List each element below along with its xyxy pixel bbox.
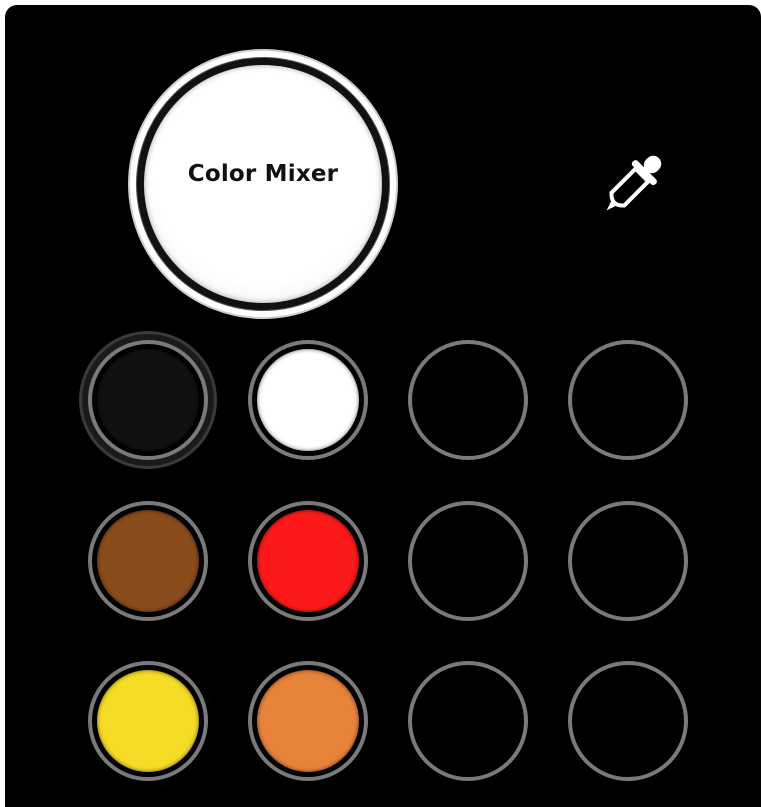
swatch-fill — [417, 670, 519, 772]
swatch-fill — [417, 510, 519, 612]
swatch-fill — [577, 670, 679, 772]
color-mixer-preview[interactable]: Color Mixer — [128, 49, 398, 319]
palette-swatch-empty[interactable] — [408, 340, 528, 460]
swatch-fill — [417, 349, 519, 451]
palette-swatch-red[interactable] — [248, 501, 368, 621]
swatch-fill — [97, 670, 199, 772]
swatch-fill — [257, 670, 359, 772]
swatch-fill — [257, 349, 359, 451]
swatch-fill — [97, 510, 199, 612]
palette-swatch-empty[interactable] — [568, 340, 688, 460]
palette-swatch-black[interactable] — [88, 340, 208, 460]
mixer-label: Color Mixer — [187, 161, 339, 187]
swatch-fill — [257, 510, 359, 612]
palette-swatch-yellow[interactable] — [88, 661, 208, 781]
palette-swatch-empty[interactable] — [568, 501, 688, 621]
swatch-fill — [97, 349, 199, 451]
palette-swatch-orange[interactable] — [248, 661, 368, 781]
palette-swatch-brown[interactable] — [88, 501, 208, 621]
color-mixer-panel: Color Mixer — [5, 5, 761, 807]
palette-swatch-empty[interactable] — [408, 661, 528, 781]
mixer-color-display: Color Mixer — [144, 65, 382, 303]
palette-swatch-white[interactable] — [248, 340, 368, 460]
swatch-fill — [577, 349, 679, 451]
mixer-ring: Color Mixer — [136, 57, 390, 311]
palette-swatch-empty[interactable] — [568, 661, 688, 781]
swatch-fill — [577, 510, 679, 612]
eyedropper-icon[interactable] — [592, 145, 672, 225]
palette-swatch-empty[interactable] — [408, 501, 528, 621]
